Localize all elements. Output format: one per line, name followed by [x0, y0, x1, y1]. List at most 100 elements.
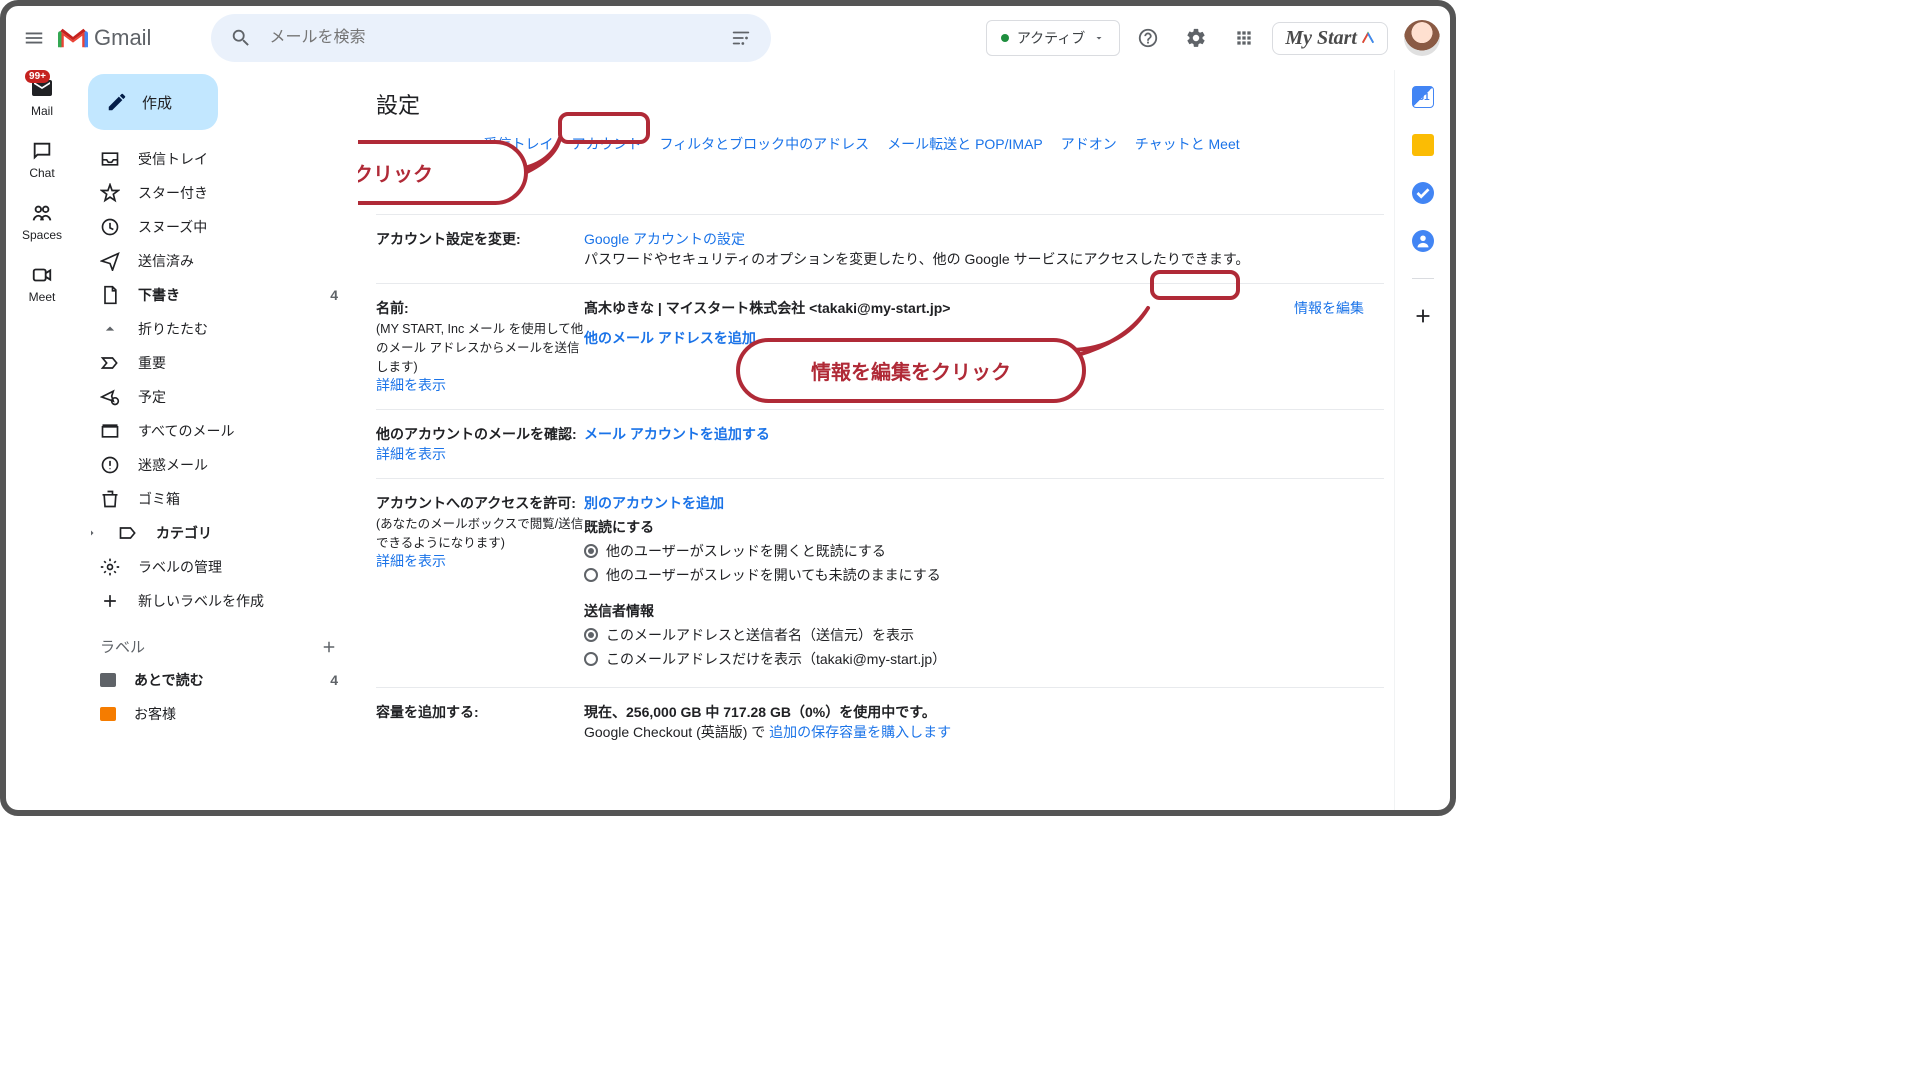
label-color-icon	[100, 673, 116, 687]
tab-forwarding[interactable]: メール転送と POP/IMAP	[887, 134, 1043, 154]
tab-addons[interactable]: アドオン	[1061, 134, 1117, 154]
allmail-icon	[100, 421, 120, 441]
google-account-settings-link[interactable]: Google アカウントの設定	[584, 229, 1384, 249]
apps-button[interactable]	[1224, 18, 1264, 58]
add-label-button[interactable]	[320, 638, 338, 656]
main-menu-button[interactable]	[14, 18, 54, 58]
important-icon	[100, 353, 120, 373]
radio-keep-unread[interactable]: 他のユーザーがスレッドを開いても未読のままにする	[584, 565, 1384, 585]
brand-accent-icon	[1361, 31, 1375, 45]
nav-drafts[interactable]: 下書き4	[78, 278, 358, 312]
chevron-right-icon	[86, 527, 98, 539]
label-customers[interactable]: お客様	[78, 697, 358, 731]
purchase-storage-link[interactable]: 追加の保存容量を購入します	[769, 724, 951, 740]
labels-header: ラベル	[78, 618, 358, 663]
nav-create-label[interactable]: 新しいラベルを作成	[78, 584, 358, 618]
add-another-account-link[interactable]: 別のアカウントを追加	[584, 493, 1384, 513]
tab-filters[interactable]: フィルタとブロック中のアドレス	[659, 134, 869, 154]
rail-spaces[interactable]: Spaces	[22, 202, 62, 242]
tab-chat-meet[interactable]: チャットと Meet	[1135, 134, 1240, 154]
search-options-icon[interactable]	[721, 18, 761, 58]
rail-mail[interactable]: 99+ Mail	[30, 76, 54, 118]
nav-snoozed[interactable]: スヌーズ中	[78, 210, 358, 244]
label-read-later[interactable]: あとで読む4	[78, 663, 358, 697]
label-color-icon	[100, 707, 116, 721]
nav-starred[interactable]: スター付き	[78, 176, 358, 210]
send-icon	[100, 251, 120, 271]
annotation-outline-account-tab	[558, 112, 650, 144]
nav-inbox[interactable]: 受信トレイ	[78, 142, 358, 176]
chevron-down-icon	[1093, 32, 1105, 44]
grant-details-link[interactable]: 詳細を表示	[376, 551, 584, 571]
annotation-tail-edit	[1068, 300, 1158, 360]
page-title: 設定	[376, 88, 1384, 120]
storage-purchase-line: Google Checkout (英語版) で 追加の保存容量を購入します	[584, 722, 1384, 742]
settings-button[interactable]	[1176, 18, 1216, 58]
acct-change-desc: パスワードやセキュリティのオプションを変更したり、他の Google サービスに…	[584, 249, 1384, 269]
sidepanel-tasks[interactable]	[1412, 182, 1434, 204]
nav-categories[interactable]: カテゴリ	[78, 516, 358, 550]
edit-info-link[interactable]: 情報を編集	[1294, 298, 1364, 318]
sidepanel-calendar[interactable]: 31	[1412, 86, 1434, 108]
star-icon	[100, 183, 120, 203]
annotation-click-account: アカウントをクリック	[358, 140, 528, 205]
radio-mark-read[interactable]: 他のユーザーがスレッドを開くと既読にする	[584, 541, 1384, 561]
radio-show-name[interactable]: このメールアドレスと送信者名（送信元）を表示	[584, 625, 1384, 645]
search-icon[interactable]	[221, 18, 261, 58]
check-details-link[interactable]: 詳細を表示	[376, 444, 584, 464]
compose-label: 作成	[142, 92, 172, 113]
grant-access-sub: (あなたのメールボックスで閲覧/送信できるようになります)	[376, 513, 584, 551]
chevron-up-icon	[100, 319, 120, 339]
mark-read-label: 既読にする	[584, 517, 1384, 537]
workspace-brand[interactable]: My Start	[1272, 22, 1388, 55]
status-indicator-icon	[1001, 34, 1009, 42]
sidepanel-keep[interactable]	[1412, 134, 1434, 156]
account-avatar[interactable]	[1404, 20, 1440, 56]
pencil-icon	[106, 91, 128, 113]
compose-button[interactable]: 作成	[88, 74, 218, 130]
name-section-sub: (MY START, Inc メール を使用して他のメール アドレスからメールを…	[376, 318, 584, 375]
gmail-logo-text: Gmail	[94, 25, 151, 51]
clock-icon	[100, 217, 120, 237]
gmail-icon	[58, 26, 88, 50]
search-bar[interactable]	[211, 14, 771, 62]
support-button[interactable]	[1128, 18, 1168, 58]
radio-show-email-only[interactable]: このメールアドレスだけを表示（takaki@my-start.jp）	[584, 649, 1384, 669]
add-mail-account-link[interactable]: メール アカウントを追加する	[584, 424, 1384, 444]
chat-icon	[31, 140, 53, 162]
storage-usage: 現在、256,000 GB 中 717.28 GB（0%）を使用中です。	[584, 702, 1384, 722]
search-input[interactable]	[261, 28, 721, 48]
draft-icon	[100, 285, 120, 305]
sidepanel-add[interactable]	[1412, 305, 1434, 327]
schedule-send-icon	[100, 387, 120, 407]
sender-info-header: 送信者情報	[584, 601, 1384, 621]
inbox-icon	[100, 149, 120, 169]
rail-chat[interactable]: Chat	[29, 140, 54, 180]
rail-meet[interactable]: Meet	[29, 264, 56, 304]
nav-spam[interactable]: 迷惑メール	[78, 448, 358, 482]
plus-icon	[100, 591, 120, 611]
nav-manage-labels[interactable]: ラベルの管理	[78, 550, 358, 584]
annotation-click-edit: 情報を編集をクリック	[736, 338, 1086, 403]
nav-collapse[interactable]: 折りたたむ	[78, 312, 358, 346]
nav-sent[interactable]: 送信済み	[78, 244, 358, 278]
status-label: アクティブ	[1017, 28, 1085, 48]
nav-allmail[interactable]: すべてのメール	[78, 414, 358, 448]
grant-access-label: アカウントへのアクセスを許可:	[376, 493, 584, 513]
name-section-label: 名前:	[376, 298, 584, 318]
gear-icon	[100, 557, 120, 577]
mail-badge: 99+	[25, 70, 50, 83]
nav-scheduled[interactable]: 予定	[78, 380, 358, 414]
spaces-icon	[31, 202, 53, 224]
check-mail-label: 他のアカウントのメールを確認:	[376, 424, 584, 444]
gmail-logo[interactable]: Gmail	[58, 25, 151, 51]
sidepanel-contacts[interactable]	[1412, 230, 1434, 252]
nav-important[interactable]: 重要	[78, 346, 358, 380]
meet-icon	[31, 264, 53, 286]
send-as-identity: 髙木ゆきな | マイスタート株式会社 <takaki@my-start.jp>	[584, 298, 950, 318]
annotation-outline-edit-info	[1150, 270, 1240, 300]
name-details-link[interactable]: 詳細を表示	[376, 375, 584, 395]
status-chip[interactable]: アクティブ	[986, 20, 1120, 56]
category-icon	[118, 523, 138, 543]
nav-trash[interactable]: ゴミ箱	[78, 482, 358, 516]
